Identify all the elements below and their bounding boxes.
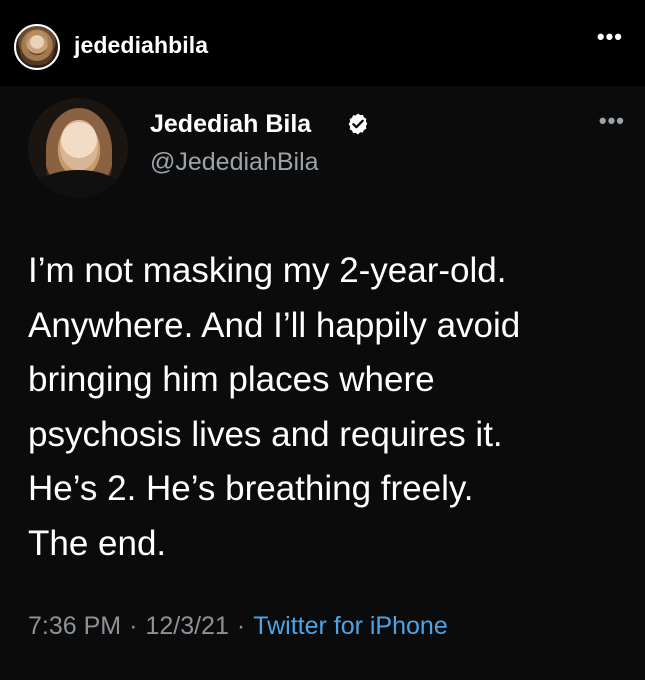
tweet-text: I’m not masking my 2-year-old. Anywhere.… — [28, 251, 521, 563]
more-horizontal-icon[interactable]: ••• — [599, 110, 625, 132]
tweet-author-avatar[interactable] — [28, 98, 128, 198]
instagram-post-header: jedediahbila ••• — [0, 0, 645, 86]
avatar-hair-shape — [20, 29, 54, 65]
profile-avatar[interactable] — [14, 24, 60, 70]
tweet-author-name[interactable]: Jedediah Bila — [150, 110, 311, 139]
meta-separator: · — [236, 612, 246, 640]
tweet-date[interactable]: 12/3/21 — [145, 612, 228, 640]
instagram-username[interactable]: jedediahbila — [74, 32, 208, 59]
meta-separator: · — [129, 612, 138, 640]
more-horizontal-icon[interactable]: ••• — [597, 26, 623, 48]
tweet-metadata: 7:36 PM · 12/3/21 · Twitter for iPhone — [28, 612, 448, 641]
verified-badge-icon — [348, 113, 368, 135]
tweet-time[interactable]: 7:36 PM — [28, 612, 121, 640]
tweet-source-link[interactable]: Twitter for iPhone — [253, 612, 448, 640]
avatar-face-shape — [60, 120, 98, 170]
tweet-card: Jedediah Bila @JedediahBila ••• I’m not … — [0, 86, 645, 680]
tweet-author-handle[interactable]: @JedediahBila — [150, 148, 319, 177]
